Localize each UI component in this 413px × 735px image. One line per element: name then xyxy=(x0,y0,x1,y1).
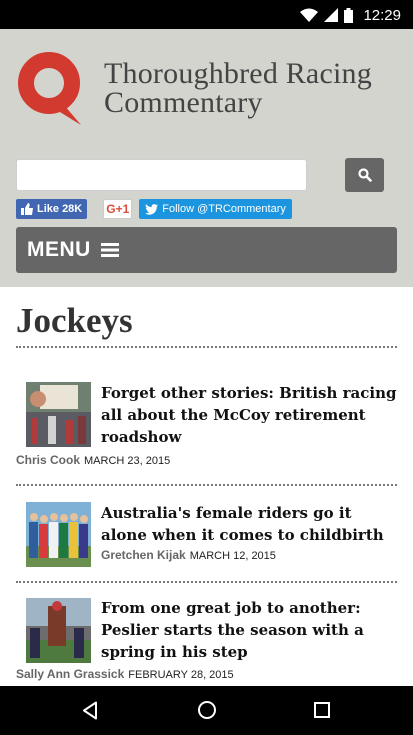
home-icon[interactable] xyxy=(197,700,217,720)
thumbs-up-icon xyxy=(21,203,33,215)
article-date: FEBRUARY 28, 2015 xyxy=(128,669,234,681)
article-thumbnail[interactable] xyxy=(26,502,91,567)
article-item[interactable]: Australia's female riders go it alone wh… xyxy=(16,500,397,567)
article-title[interactable]: From one great job to another: Peslier s… xyxy=(101,597,397,663)
wifi-icon xyxy=(300,8,319,22)
article-thumbnail[interactable] xyxy=(26,598,91,663)
article-author[interactable]: Gretchen Kijak xyxy=(101,548,186,562)
recents-icon[interactable] xyxy=(314,702,330,718)
twitter-bird-icon xyxy=(145,203,159,215)
article-item[interactable]: From one great job to another: Peslier s… xyxy=(16,597,397,686)
twitter-follow-label: Follow @TRCommentary xyxy=(162,203,286,215)
hamburger-icon xyxy=(100,243,119,257)
divider xyxy=(16,484,397,486)
article-title[interactable]: Australia's female riders go it alone wh… xyxy=(101,502,397,546)
twitter-follow-button[interactable]: Follow @TRCommentary xyxy=(139,199,292,219)
back-icon[interactable] xyxy=(82,701,98,720)
article-byline: Chris Cook MARCH 23, 2015 xyxy=(16,453,170,467)
search-input[interactable] xyxy=(16,159,307,191)
google-plus-button[interactable]: G+1 xyxy=(103,199,133,219)
signal-icon xyxy=(324,8,339,22)
article-title[interactable]: Forget other stories: British racing all… xyxy=(101,382,397,448)
article-date: MARCH 23, 2015 xyxy=(84,455,171,467)
divider xyxy=(16,581,397,583)
search-icon xyxy=(357,168,372,182)
facebook-like-button[interactable]: Like 28K xyxy=(16,199,88,219)
article-byline: Sally Ann Grassick FEBRUARY 28, 2015 xyxy=(16,667,234,681)
search-button[interactable] xyxy=(345,158,384,192)
site-title-line2: Commentary xyxy=(104,86,263,119)
clock: 12:29 xyxy=(363,6,401,24)
divider xyxy=(16,346,397,348)
site-title[interactable]: Thoroughbred Racing Commentary xyxy=(104,57,372,119)
site-title-line1: Thoroughbred Racing xyxy=(104,57,372,90)
article-item[interactable]: Forget other stories: British racing all… xyxy=(16,382,397,470)
article-byline: Gretchen Kijak MARCH 12, 2015 xyxy=(101,548,276,562)
status-bar: 12:29 xyxy=(0,0,413,29)
article-thumbnail[interactable] xyxy=(26,382,91,447)
navigation-bar xyxy=(0,686,413,735)
facebook-like-label: Like 28K xyxy=(37,203,83,215)
article-author[interactable]: Chris Cook xyxy=(16,453,80,467)
browser-page: Thoroughbred Racing Commentary Like 28K … xyxy=(0,29,413,686)
site-header: Thoroughbred Racing Commentary Like 28K … xyxy=(0,29,413,287)
article-date: MARCH 12, 2015 xyxy=(189,550,276,562)
battery-icon xyxy=(344,7,354,23)
logo-icon[interactable] xyxy=(15,49,83,127)
social-buttons: Like 28K G+1 Follow @TRCommentary xyxy=(16,199,292,219)
page-title: Jockeys xyxy=(16,301,133,340)
menu-button[interactable]: MENU xyxy=(16,227,397,273)
google-plus-label: G+1 xyxy=(106,202,130,216)
menu-label: MENU xyxy=(27,238,91,261)
article-author[interactable]: Sally Ann Grassick xyxy=(16,667,124,681)
